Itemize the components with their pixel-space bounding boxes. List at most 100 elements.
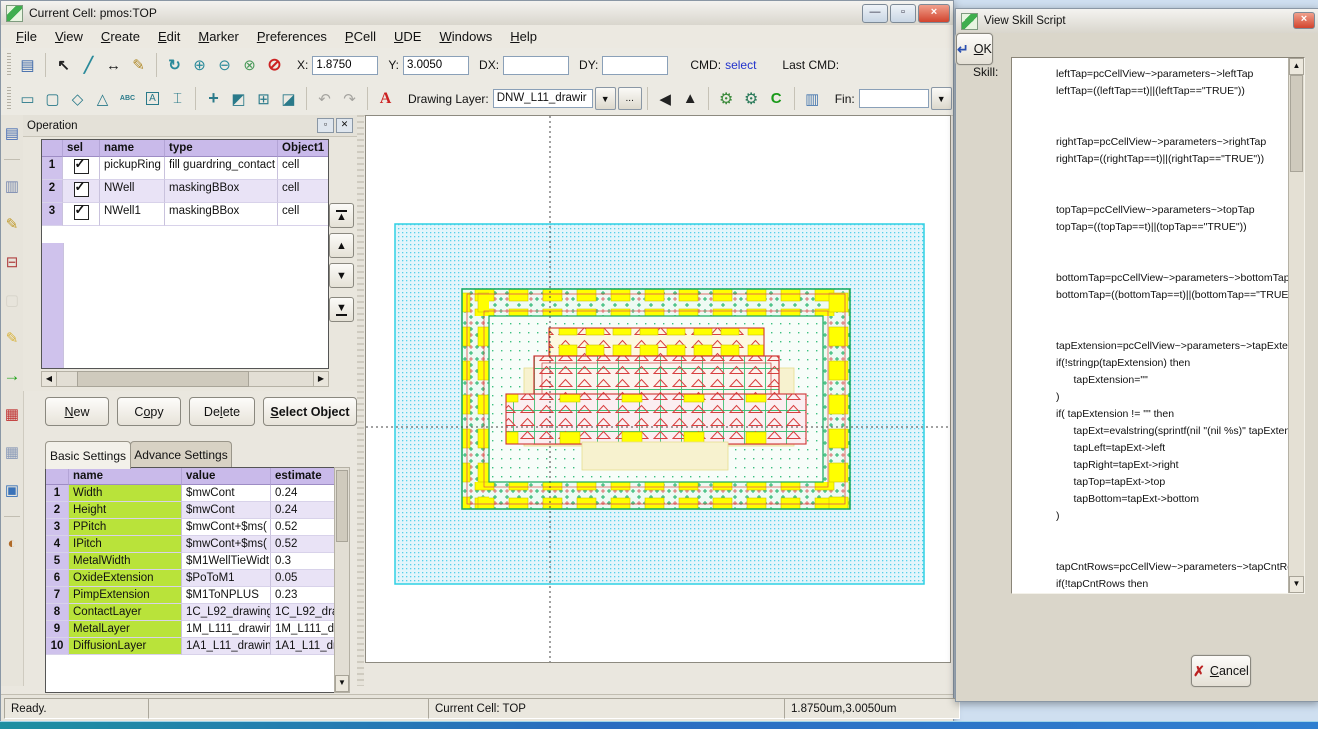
settings-row[interactable]: 7 PimpExtension $M1ToNPLUS 0.23 bbox=[46, 587, 334, 604]
rounded-rectangle-icon[interactable] bbox=[40, 87, 65, 111]
operation-row-1[interactable]: 1 pickupRing fill guardring_contact cell bbox=[42, 157, 328, 180]
zoom-fit-icon[interactable] bbox=[237, 53, 262, 77]
calendar-icon[interactable] bbox=[0, 402, 25, 426]
splitter[interactable] bbox=[357, 115, 364, 686]
menu-edit[interactable]: Edit bbox=[149, 27, 189, 46]
maximize-button[interactable]: ▫ bbox=[890, 4, 916, 23]
menu-preferences[interactable]: Preferences bbox=[248, 27, 336, 46]
operation-hscrollbar[interactable]: ◀ ▶ bbox=[41, 371, 329, 387]
move-to-bottom-button[interactable]: ▼ bbox=[329, 297, 354, 322]
instance-icon[interactable] bbox=[165, 87, 190, 111]
type-cell[interactable]: maskingBBox bbox=[165, 180, 278, 203]
tab-advance-settings[interactable]: Advance Settings bbox=[130, 441, 232, 467]
skill-vscrollbar[interactable]: ▲ ▼ bbox=[1288, 58, 1304, 593]
type-cell[interactable]: fill guardring_contact bbox=[165, 157, 278, 180]
x-input[interactable] bbox=[312, 56, 378, 75]
scroll-down-icon[interactable]: ▼ bbox=[335, 675, 349, 692]
param-value[interactable]: 1A1_L11_drawin bbox=[182, 638, 271, 655]
flip-icon[interactable] bbox=[653, 87, 678, 111]
move-down-button[interactable]: ▼ bbox=[329, 263, 354, 288]
menu-file[interactable]: File bbox=[7, 27, 46, 46]
param-estimate[interactable]: 1A1_L11_drawin bbox=[271, 638, 335, 655]
settings-row[interactable]: 5 MetalWidth $M1WellTieWidt 0.3 bbox=[46, 553, 334, 570]
param-estimate[interactable]: 0.05 bbox=[271, 570, 335, 587]
checkbox-checked[interactable] bbox=[74, 159, 89, 174]
compile-c-icon[interactable] bbox=[764, 87, 789, 111]
param-name[interactable]: Height bbox=[69, 502, 182, 519]
menu-marker[interactable]: Marker bbox=[189, 27, 247, 46]
scroll-thumb[interactable] bbox=[1290, 75, 1303, 172]
palette-icon[interactable] bbox=[0, 531, 25, 555]
param-estimate[interactable]: 1M_L111_drawin bbox=[271, 621, 335, 638]
grid-table-icon[interactable] bbox=[0, 440, 25, 464]
param-name[interactable]: DiffusionLayer bbox=[69, 638, 182, 655]
settings-row[interactable]: 1 Width $mwCont 0.24 bbox=[46, 485, 334, 502]
edit-cell-icon[interactable] bbox=[0, 212, 25, 236]
stretch-icon[interactable] bbox=[226, 87, 251, 111]
param-value[interactable]: $PoToM1 bbox=[182, 570, 271, 587]
param-estimate[interactable]: 0.24 bbox=[271, 502, 335, 519]
copy-icon[interactable] bbox=[251, 87, 276, 111]
edit-pencil-icon[interactable] bbox=[126, 53, 151, 77]
run-gear-icon[interactable] bbox=[739, 87, 764, 111]
fit-view-icon[interactable] bbox=[101, 53, 126, 77]
drawing-layer-more-button[interactable]: ... bbox=[618, 87, 642, 110]
path-icon[interactable] bbox=[90, 87, 115, 111]
undo-icon[interactable] bbox=[312, 87, 337, 111]
object1-cell[interactable]: cell bbox=[278, 180, 329, 203]
param-name[interactable]: MetalWidth bbox=[69, 553, 182, 570]
save-layout-icon[interactable] bbox=[800, 87, 825, 111]
save-icon[interactable] bbox=[15, 53, 40, 77]
scroll-thumb[interactable] bbox=[77, 371, 249, 387]
checkbox-checked[interactable] bbox=[74, 182, 89, 197]
run-arrow-icon[interactable] bbox=[0, 364, 25, 388]
checkbox-checked[interactable] bbox=[74, 205, 89, 220]
param-value[interactable]: $M1ToNPLUS bbox=[182, 587, 271, 604]
object1-cell[interactable]: cell bbox=[278, 203, 329, 226]
delete-button[interactable]: Delete bbox=[189, 397, 255, 426]
param-estimate[interactable]: 0.24 bbox=[271, 485, 335, 502]
menu-help[interactable]: Help bbox=[501, 27, 546, 46]
note-pencil-icon[interactable] bbox=[0, 326, 25, 350]
select-pointer-icon[interactable] bbox=[51, 53, 76, 77]
minimize-button[interactable]: — bbox=[862, 4, 888, 23]
param-value[interactable]: 1M_L111_drawir bbox=[182, 621, 271, 638]
settings-row[interactable]: 8 ContactLayer 1C_L92_drawing 1C_L92_dra… bbox=[46, 604, 334, 621]
poly-contact-row[interactable] bbox=[549, 328, 764, 357]
toolbar-grip[interactable] bbox=[7, 53, 11, 77]
menu-pcell[interactable]: PCell bbox=[336, 27, 385, 46]
param-name[interactable]: OxideExtension bbox=[69, 570, 182, 587]
monitor-icon[interactable] bbox=[0, 478, 25, 502]
run-check-icon[interactable] bbox=[714, 87, 739, 111]
erase-icon[interactable] bbox=[276, 87, 301, 111]
param-value[interactable]: 1C_L92_drawing bbox=[182, 604, 271, 621]
param-estimate[interactable]: 1C_L92_drawing bbox=[271, 604, 335, 621]
boxed-label-icon[interactable] bbox=[140, 87, 165, 111]
name-cell[interactable]: pickupRing bbox=[100, 157, 165, 180]
scroll-down-icon[interactable]: ▼ bbox=[1289, 576, 1304, 593]
drawing-layer-dropdown-icon[interactable]: ▼ bbox=[595, 87, 616, 110]
font-color-icon[interactable] bbox=[373, 87, 398, 111]
fin-value[interactable] bbox=[859, 89, 929, 108]
polygon-icon[interactable] bbox=[65, 87, 90, 111]
mirror-icon[interactable] bbox=[678, 87, 703, 111]
move-to-top-button[interactable]: ▲ bbox=[329, 203, 354, 228]
settings-row[interactable]: 3 PPitch $mwCont+$ms( 0.52 bbox=[46, 519, 334, 536]
scroll-right-icon[interactable]: ▶ bbox=[313, 372, 328, 386]
drawing-layer-combo[interactable]: DNW_L11_drawir ▼ ... bbox=[493, 87, 642, 110]
rectangle-icon[interactable] bbox=[15, 87, 40, 111]
scroll-left-icon[interactable]: ◀ bbox=[42, 372, 57, 386]
skill-script-text[interactable]: leftTap=pcCellView~>parameters~>leftTap … bbox=[1012, 58, 1304, 593]
object1-cell[interactable]: cell bbox=[278, 157, 329, 180]
move-up-button[interactable]: ▲ bbox=[329, 233, 354, 258]
param-name[interactable]: ContactLayer bbox=[69, 604, 182, 621]
settings-row[interactable]: 6 OxideExtension $PoToM1 0.05 bbox=[46, 570, 334, 587]
source-drain-row[interactable] bbox=[506, 394, 806, 444]
fin-combo[interactable]: ▼ bbox=[859, 87, 952, 110]
param-name[interactable]: PimpExtension bbox=[69, 587, 182, 604]
sel-cell[interactable] bbox=[63, 203, 100, 226]
redraw-icon[interactable] bbox=[162, 53, 187, 77]
param-name[interactable]: IPitch bbox=[69, 536, 182, 553]
tab-basic-settings[interactable]: Basic Settings bbox=[45, 441, 131, 469]
param-name[interactable]: Width bbox=[69, 485, 182, 502]
